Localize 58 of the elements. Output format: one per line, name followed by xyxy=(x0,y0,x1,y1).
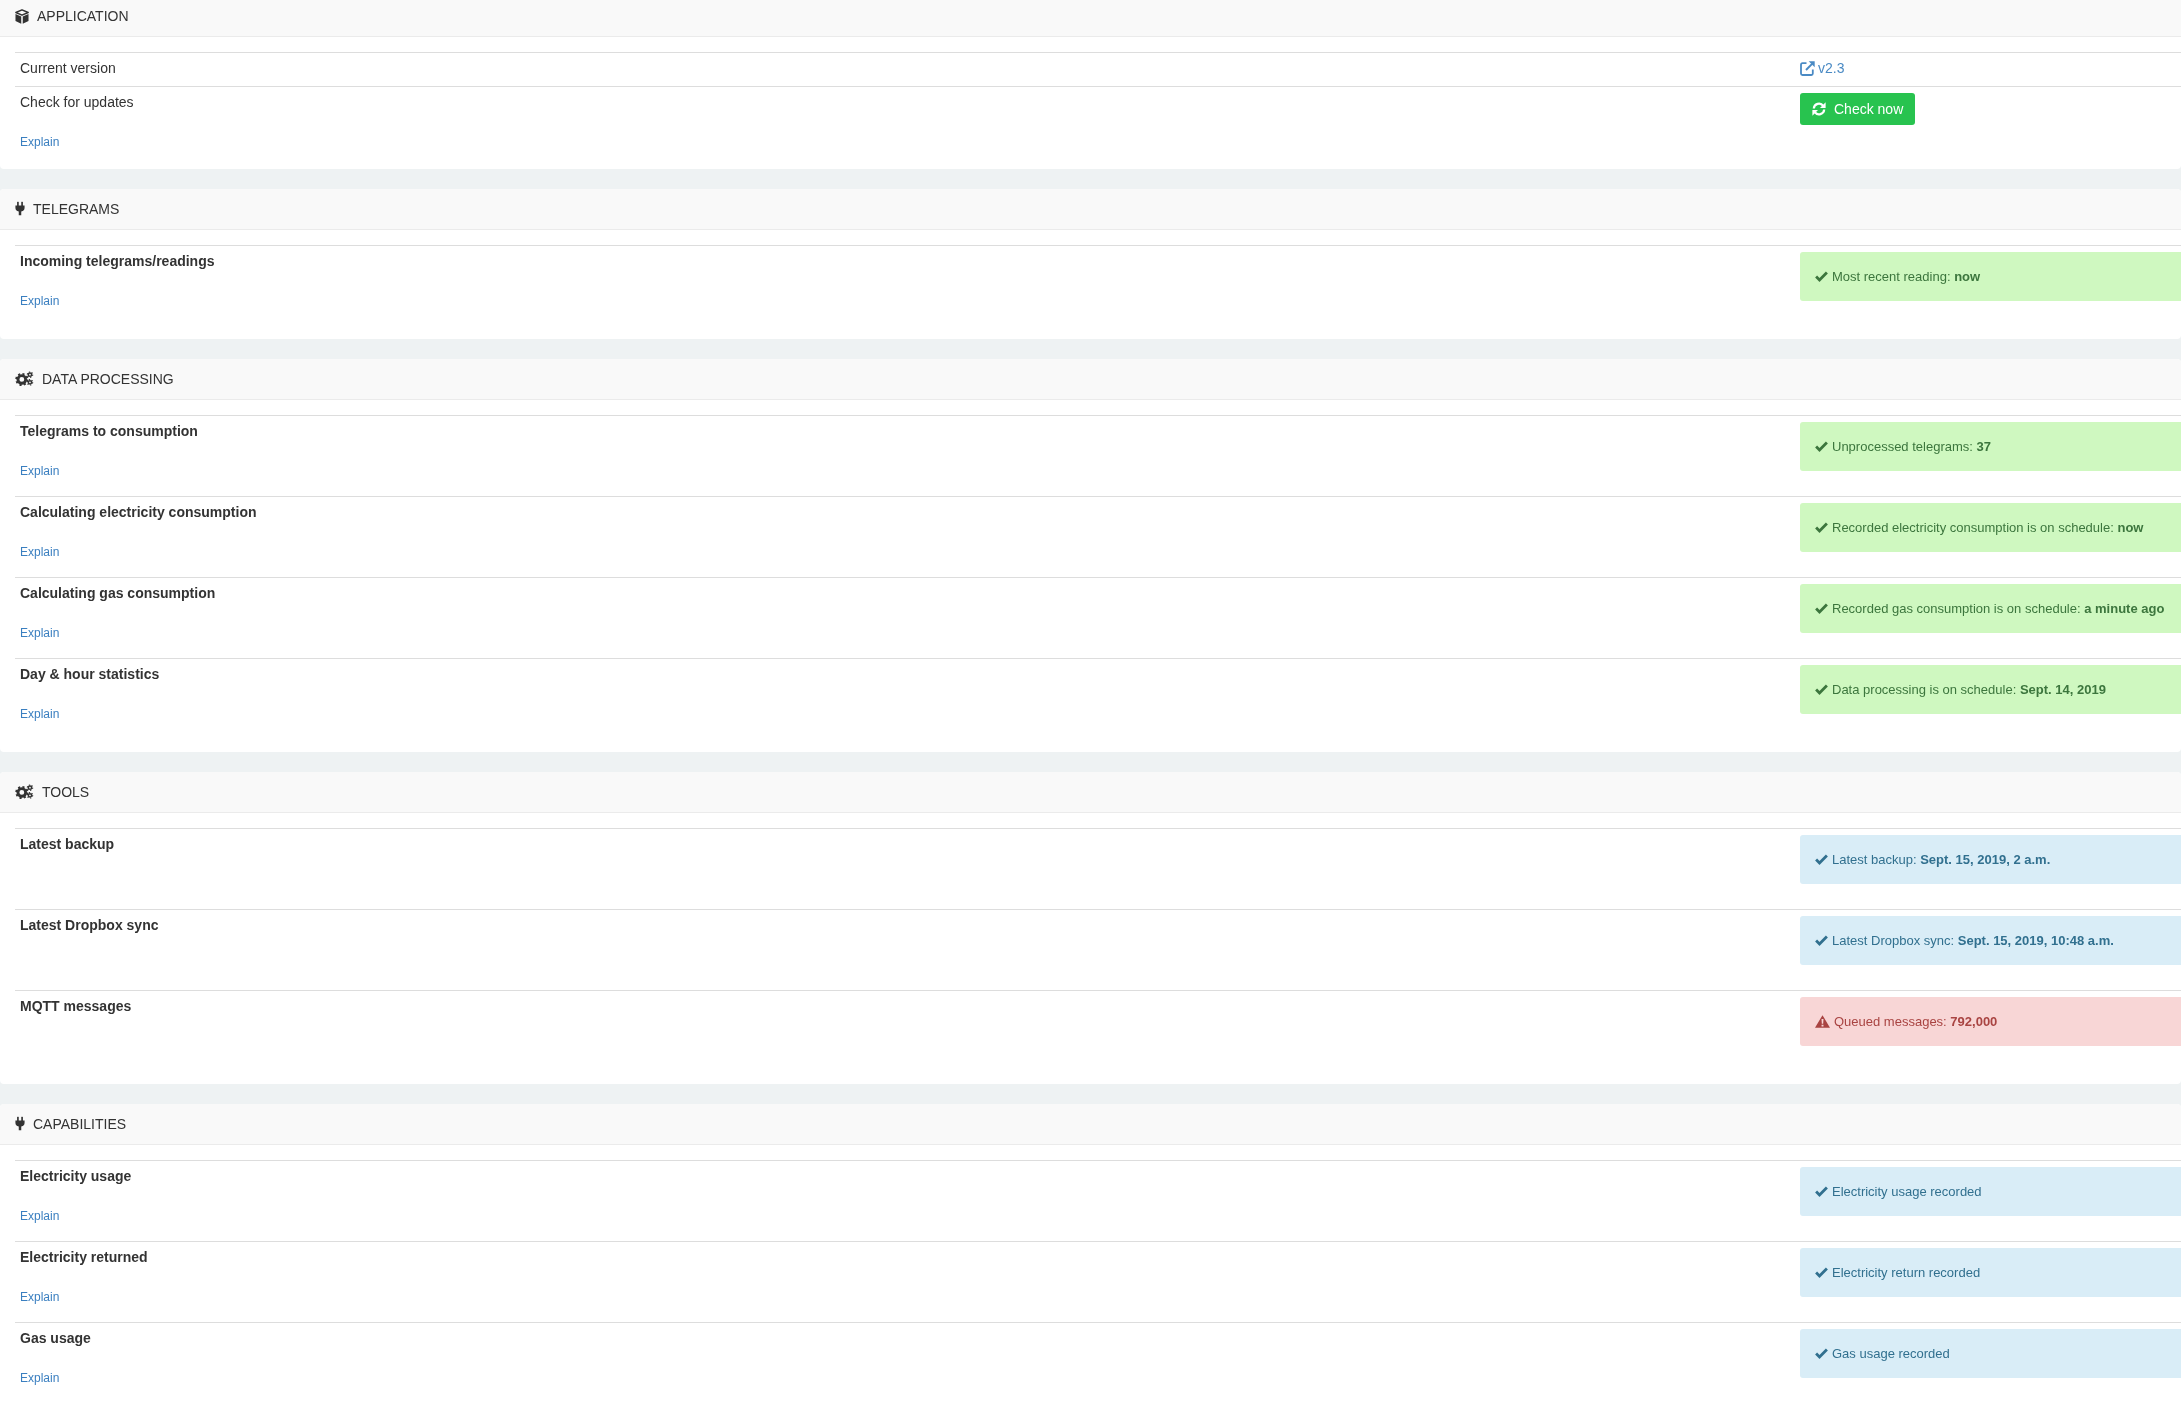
status-message: Recorded gas consumption is on schedule: a minute ago xyxy=(1832,599,2165,618)
check-icon xyxy=(1815,683,1828,695)
plug-icon xyxy=(15,1116,25,1131)
status-message: Latest Dropbox sync: Sept. 15, 2019, 10:48 a.m. xyxy=(1832,931,2114,950)
gears-icon xyxy=(15,784,34,799)
explain-link[interactable]: Explain xyxy=(20,462,60,479)
section-title: CAPABILITIES xyxy=(33,1115,127,1132)
explain-link[interactable]: Explain xyxy=(20,1288,60,1305)
warning-icon xyxy=(1815,1014,1830,1028)
section-title: TOOLS xyxy=(42,783,90,800)
setting-label: Latest backup xyxy=(20,834,115,853)
check-icon xyxy=(1815,602,1828,614)
status-message: Unprocessed telegrams: 37 xyxy=(1832,437,1991,456)
status-message: Electricity usage recorded xyxy=(1832,1182,1982,1201)
setting-label: Check for updates xyxy=(20,92,134,111)
explain-link[interactable]: Explain xyxy=(20,1207,60,1224)
explain-link[interactable]: Explain xyxy=(20,1369,60,1386)
setting-label: Latest Dropbox sync xyxy=(20,915,159,934)
status-message: Data processing is on schedule: Sept. 14, 2019 xyxy=(1832,680,2106,699)
cube-icon xyxy=(15,8,29,24)
section-title: TELEGRAMS xyxy=(33,200,120,217)
check-icon xyxy=(1815,934,1828,946)
setting-label: Electricity returned xyxy=(20,1247,148,1266)
version-link[interactable]: v2.3 xyxy=(1800,59,1845,77)
setting-label: Calculating gas consumption xyxy=(20,583,216,602)
setting-label: Gas usage xyxy=(20,1328,91,1347)
check-icon xyxy=(1815,270,1828,282)
section-title: APPLICATION xyxy=(37,8,129,24)
external-link-icon xyxy=(1800,60,1815,76)
status-message: Gas usage recorded xyxy=(1832,1344,1950,1363)
status-message: Recorded electricity consumption is on schedule: now xyxy=(1832,518,2144,537)
setting-label: MQTT messages xyxy=(20,996,132,1015)
check-icon xyxy=(1815,1185,1828,1197)
refresh-icon xyxy=(1812,101,1826,116)
setting-label: Telegrams to consumption xyxy=(20,421,198,440)
status-message: Most recent reading: now xyxy=(1832,267,1981,286)
explain-link[interactable]: Explain xyxy=(20,133,60,150)
explain-link[interactable]: Explain xyxy=(20,543,60,560)
gears-icon xyxy=(15,371,34,386)
check-icon xyxy=(1815,440,1828,452)
plug-icon xyxy=(15,201,25,216)
check-icon xyxy=(1815,1266,1828,1278)
explain-link[interactable]: Explain xyxy=(20,624,60,641)
setting-label: Incoming telegrams/readings xyxy=(20,251,215,270)
check-icon xyxy=(1815,853,1828,865)
update-button[interactable]: Check now xyxy=(1800,92,1916,125)
setting-label: Electricity usage xyxy=(20,1166,132,1185)
setting-label: Calculating electricity consumption xyxy=(20,502,257,521)
explain-link[interactable]: Explain xyxy=(20,705,60,722)
setting-label: Day & hour statistics xyxy=(20,664,160,683)
setting-label: Current version xyxy=(20,59,116,77)
status-message: Electricity return recorded xyxy=(1832,1263,1981,1282)
check-icon xyxy=(1815,521,1828,533)
section-title: DATA PROCESSING xyxy=(42,370,174,387)
status-message: Queued messages: 792,000 xyxy=(1834,1012,1998,1031)
explain-link[interactable]: Explain xyxy=(20,292,60,309)
check-icon xyxy=(1815,1347,1828,1359)
status-message: Latest backup: Sept. 15, 2019, 2 a.m. xyxy=(1832,850,2051,869)
